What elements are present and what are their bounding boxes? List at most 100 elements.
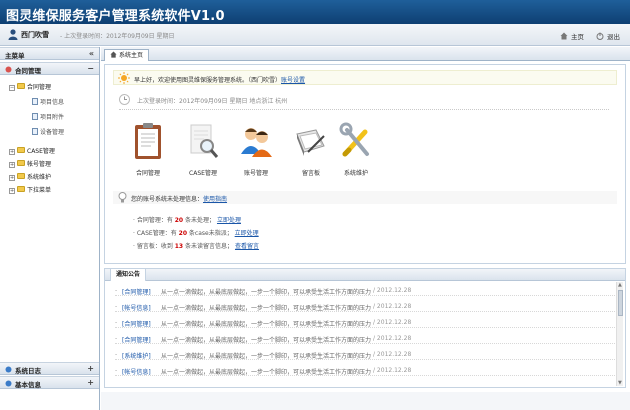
todo-prefix: · CASE管理：有 bbox=[133, 230, 177, 237]
folder-icon bbox=[17, 173, 25, 179]
info-icon bbox=[5, 380, 12, 387]
announcement-date: / 2012.12.28 bbox=[373, 335, 412, 342]
group-expand-button[interactable]: + bbox=[87, 378, 94, 387]
contract-group-icon bbox=[5, 66, 12, 73]
announcement-row[interactable]: - [系统维护] 从一点一滴做起，从最底层做起，一步一个脚印，可以承受生活工作方… bbox=[115, 348, 615, 360]
power-icon bbox=[596, 32, 604, 40]
tools-icon bbox=[339, 122, 369, 157]
sidebar-header: 主菜单 « bbox=[0, 47, 99, 60]
module-label: CASE管理 bbox=[189, 170, 217, 177]
announcement-row[interactable]: - [合同管理] 从一点一滴做起，从最底层做起，一步一个脚印，可以承受生活工作方… bbox=[115, 316, 615, 328]
process-now-link[interactable]: 立即处理 bbox=[217, 217, 241, 224]
welcome-text: 早上好，欢迎使用图灵维保服务管理系统。（西门吹雪） bbox=[134, 77, 282, 84]
clipboard-icon bbox=[135, 123, 161, 159]
module-contract[interactable]: 合同管理 bbox=[122, 122, 174, 177]
sidebar-group-basic-info[interactable]: 基本信息 + bbox=[0, 376, 99, 389]
announcement-category[interactable]: [合同管理] bbox=[122, 335, 151, 344]
home-icon bbox=[560, 32, 568, 40]
group-collapse-button[interactable]: − bbox=[87, 64, 94, 73]
users-icon bbox=[241, 128, 272, 157]
sidebar: 主菜单 « 合同管理 − − 合同管理 项目信息 项目附件 设备管理 + CASE管… bbox=[0, 47, 100, 410]
clock-icon bbox=[119, 94, 130, 105]
exit-button[interactable]: 退出 bbox=[596, 31, 620, 41]
group-expand-button[interactable]: + bbox=[87, 364, 94, 373]
sidebar-group-system-log[interactable]: 系统日志 + bbox=[0, 362, 99, 375]
app-title: 图灵维保服务客户管理系统软件V1.0 bbox=[6, 9, 225, 24]
expand-toggle-icon[interactable]: + bbox=[9, 149, 15, 155]
tree-node-contract[interactable]: − 合同管理 bbox=[9, 82, 51, 91]
announcement-date: / 2012.12.28 bbox=[373, 367, 412, 374]
tree-label: 合同管理 bbox=[27, 84, 52, 91]
bullet-icon: - bbox=[115, 335, 118, 342]
view-messages-link[interactable]: 查看留言 bbox=[235, 243, 259, 250]
expand-toggle-icon[interactable]: + bbox=[9, 175, 15, 181]
module-case[interactable]: CASE管理 bbox=[177, 122, 229, 177]
todo-count: 20 bbox=[178, 230, 187, 237]
expand-toggle-icon[interactable]: + bbox=[9, 162, 15, 168]
notice-message: 您的账号系统未处理信息：使用指南 bbox=[131, 194, 227, 203]
collapse-toggle-icon[interactable]: − bbox=[9, 85, 15, 91]
tree-label: 系统维护 bbox=[27, 174, 52, 181]
tree-label: 帐号管理 bbox=[27, 161, 52, 168]
announcement-row[interactable]: - [帐号信息] 从一点一滴做起，从最底层做起，一步一个脚印，可以承受生活工作方… bbox=[115, 300, 615, 312]
document-icon bbox=[32, 128, 38, 135]
tree-node-account[interactable]: + 帐号管理 bbox=[9, 159, 51, 168]
todo-suffix: 条未处理； bbox=[185, 217, 216, 224]
announcement-category[interactable]: [帐号信息] bbox=[122, 303, 151, 312]
module-account[interactable]: 账号管理 bbox=[230, 122, 282, 177]
app-header: 图灵维保服务客户管理系统软件V1.0 bbox=[0, 0, 630, 24]
announcement-text: 从一点一滴做起，从最底层做起，一步一个脚印，可以承受生活工作方面的压力 bbox=[161, 337, 372, 344]
last-login-info: 上次登录时间：2012年09月09日 星期日 地点浙江 杭州 bbox=[137, 98, 288, 105]
announcement-row[interactable]: - [合同管理] 从一点一滴做起，从最底层做起，一步一个脚印，可以承受生活工作方… bbox=[115, 284, 615, 296]
tree-leaf-device-management[interactable]: 设备管理 bbox=[32, 127, 64, 136]
tree-node-case[interactable]: + CASE管理 bbox=[9, 146, 55, 155]
home-panel: 早上好，欢迎使用图灵维保服务管理系统。（西门吹雪）账号设置 上次登录时间：201… bbox=[104, 64, 626, 264]
scroll-thumb[interactable] bbox=[618, 290, 623, 316]
tab-announcements[interactable]: 通知公告 bbox=[110, 269, 147, 281]
tree-leaf-project-attachment[interactable]: 项目附件 bbox=[32, 112, 64, 121]
expand-toggle-icon[interactable]: + bbox=[9, 188, 15, 194]
announcement-category[interactable]: [帐号信息] bbox=[122, 367, 151, 376]
bullet-icon: - bbox=[115, 287, 118, 294]
collapse-sidebar-button[interactable]: « bbox=[89, 49, 94, 58]
process-now-link[interactable]: 立即处理 bbox=[235, 230, 259, 237]
announcement-date: / 2012.12.28 bbox=[373, 303, 412, 310]
scroll-down-arrow-icon[interactable]: ▼ bbox=[618, 380, 622, 386]
bullet-icon: - bbox=[115, 351, 118, 358]
announcement-row[interactable]: - [帐号信息] 从一点一滴做起，从最底层做起，一步一个脚印，可以承受生活工作方… bbox=[115, 364, 615, 376]
user-guide-link[interactable]: 使用指南 bbox=[203, 196, 227, 203]
announcement-text: 从一点一滴做起，从最底层做起，一步一个脚印，可以承受生活工作方面的压力 bbox=[161, 369, 372, 376]
tree-leaf-label: 项目信息 bbox=[40, 99, 65, 106]
folder-icon bbox=[17, 83, 25, 89]
tab-home[interactable]: 系统主页 bbox=[104, 49, 150, 61]
tree-leaf-project-info[interactable]: 项目信息 bbox=[32, 97, 64, 106]
tree-node-dropdown[interactable]: + 下拉菜单 bbox=[9, 185, 51, 194]
announcement-text: 从一点一滴做起，从最底层做起，一步一个脚印，可以承受生活工作方面的压力 bbox=[161, 321, 372, 328]
module-system-maintenance[interactable]: 系统维护 bbox=[330, 122, 382, 177]
sidebar-group-label: 合同管理 bbox=[15, 67, 41, 75]
bullet-icon: - bbox=[115, 303, 118, 310]
bullet-icon: - bbox=[115, 367, 118, 374]
tree-node-system[interactable]: + 系统维护 bbox=[9, 172, 51, 181]
home-icon bbox=[110, 51, 117, 58]
announcement-date: / 2012.12.28 bbox=[373, 287, 412, 294]
account-settings-link[interactable]: 账号设置 bbox=[281, 77, 305, 84]
todo-message-board: · 留言板：收到 13 条未读留言信息； 查看留言 bbox=[133, 241, 259, 250]
document-icon bbox=[32, 113, 38, 120]
sun-icon bbox=[118, 72, 130, 84]
todo-prefix: · 合同管理：有 bbox=[133, 217, 173, 224]
tree-leaf-label: 设备管理 bbox=[40, 129, 65, 136]
sidebar-title: 主菜单 bbox=[5, 52, 25, 60]
announcement-text: 从一点一滴做起，从最底层做起，一步一个脚印，可以承受生活工作方面的压力 bbox=[161, 289, 372, 296]
announcement-category[interactable]: [合同管理] bbox=[122, 319, 151, 328]
todo-contract: · 合同管理：有 20 条未处理； 立即处理 bbox=[133, 215, 241, 224]
welcome-bar: 早上好，欢迎使用图灵维保服务管理系统。（西门吹雪）账号设置 bbox=[113, 70, 617, 85]
announcement-category[interactable]: [合同管理] bbox=[122, 287, 151, 296]
scroll-up-arrow-icon[interactable]: ▲ bbox=[618, 282, 622, 288]
announcement-category[interactable]: [系统维护] bbox=[122, 351, 151, 360]
announcement-row[interactable]: - [合同管理] 从一点一滴做起，从最底层做起，一步一个脚印，可以承受生活工作方… bbox=[115, 332, 615, 344]
sidebar-group-contract[interactable]: 合同管理 − bbox=[0, 62, 99, 75]
home-button[interactable]: 主页 bbox=[560, 31, 584, 41]
tree-label: 下拉菜单 bbox=[27, 187, 52, 194]
announcements-scrollbar[interactable]: ▲ ▼ bbox=[616, 282, 623, 386]
